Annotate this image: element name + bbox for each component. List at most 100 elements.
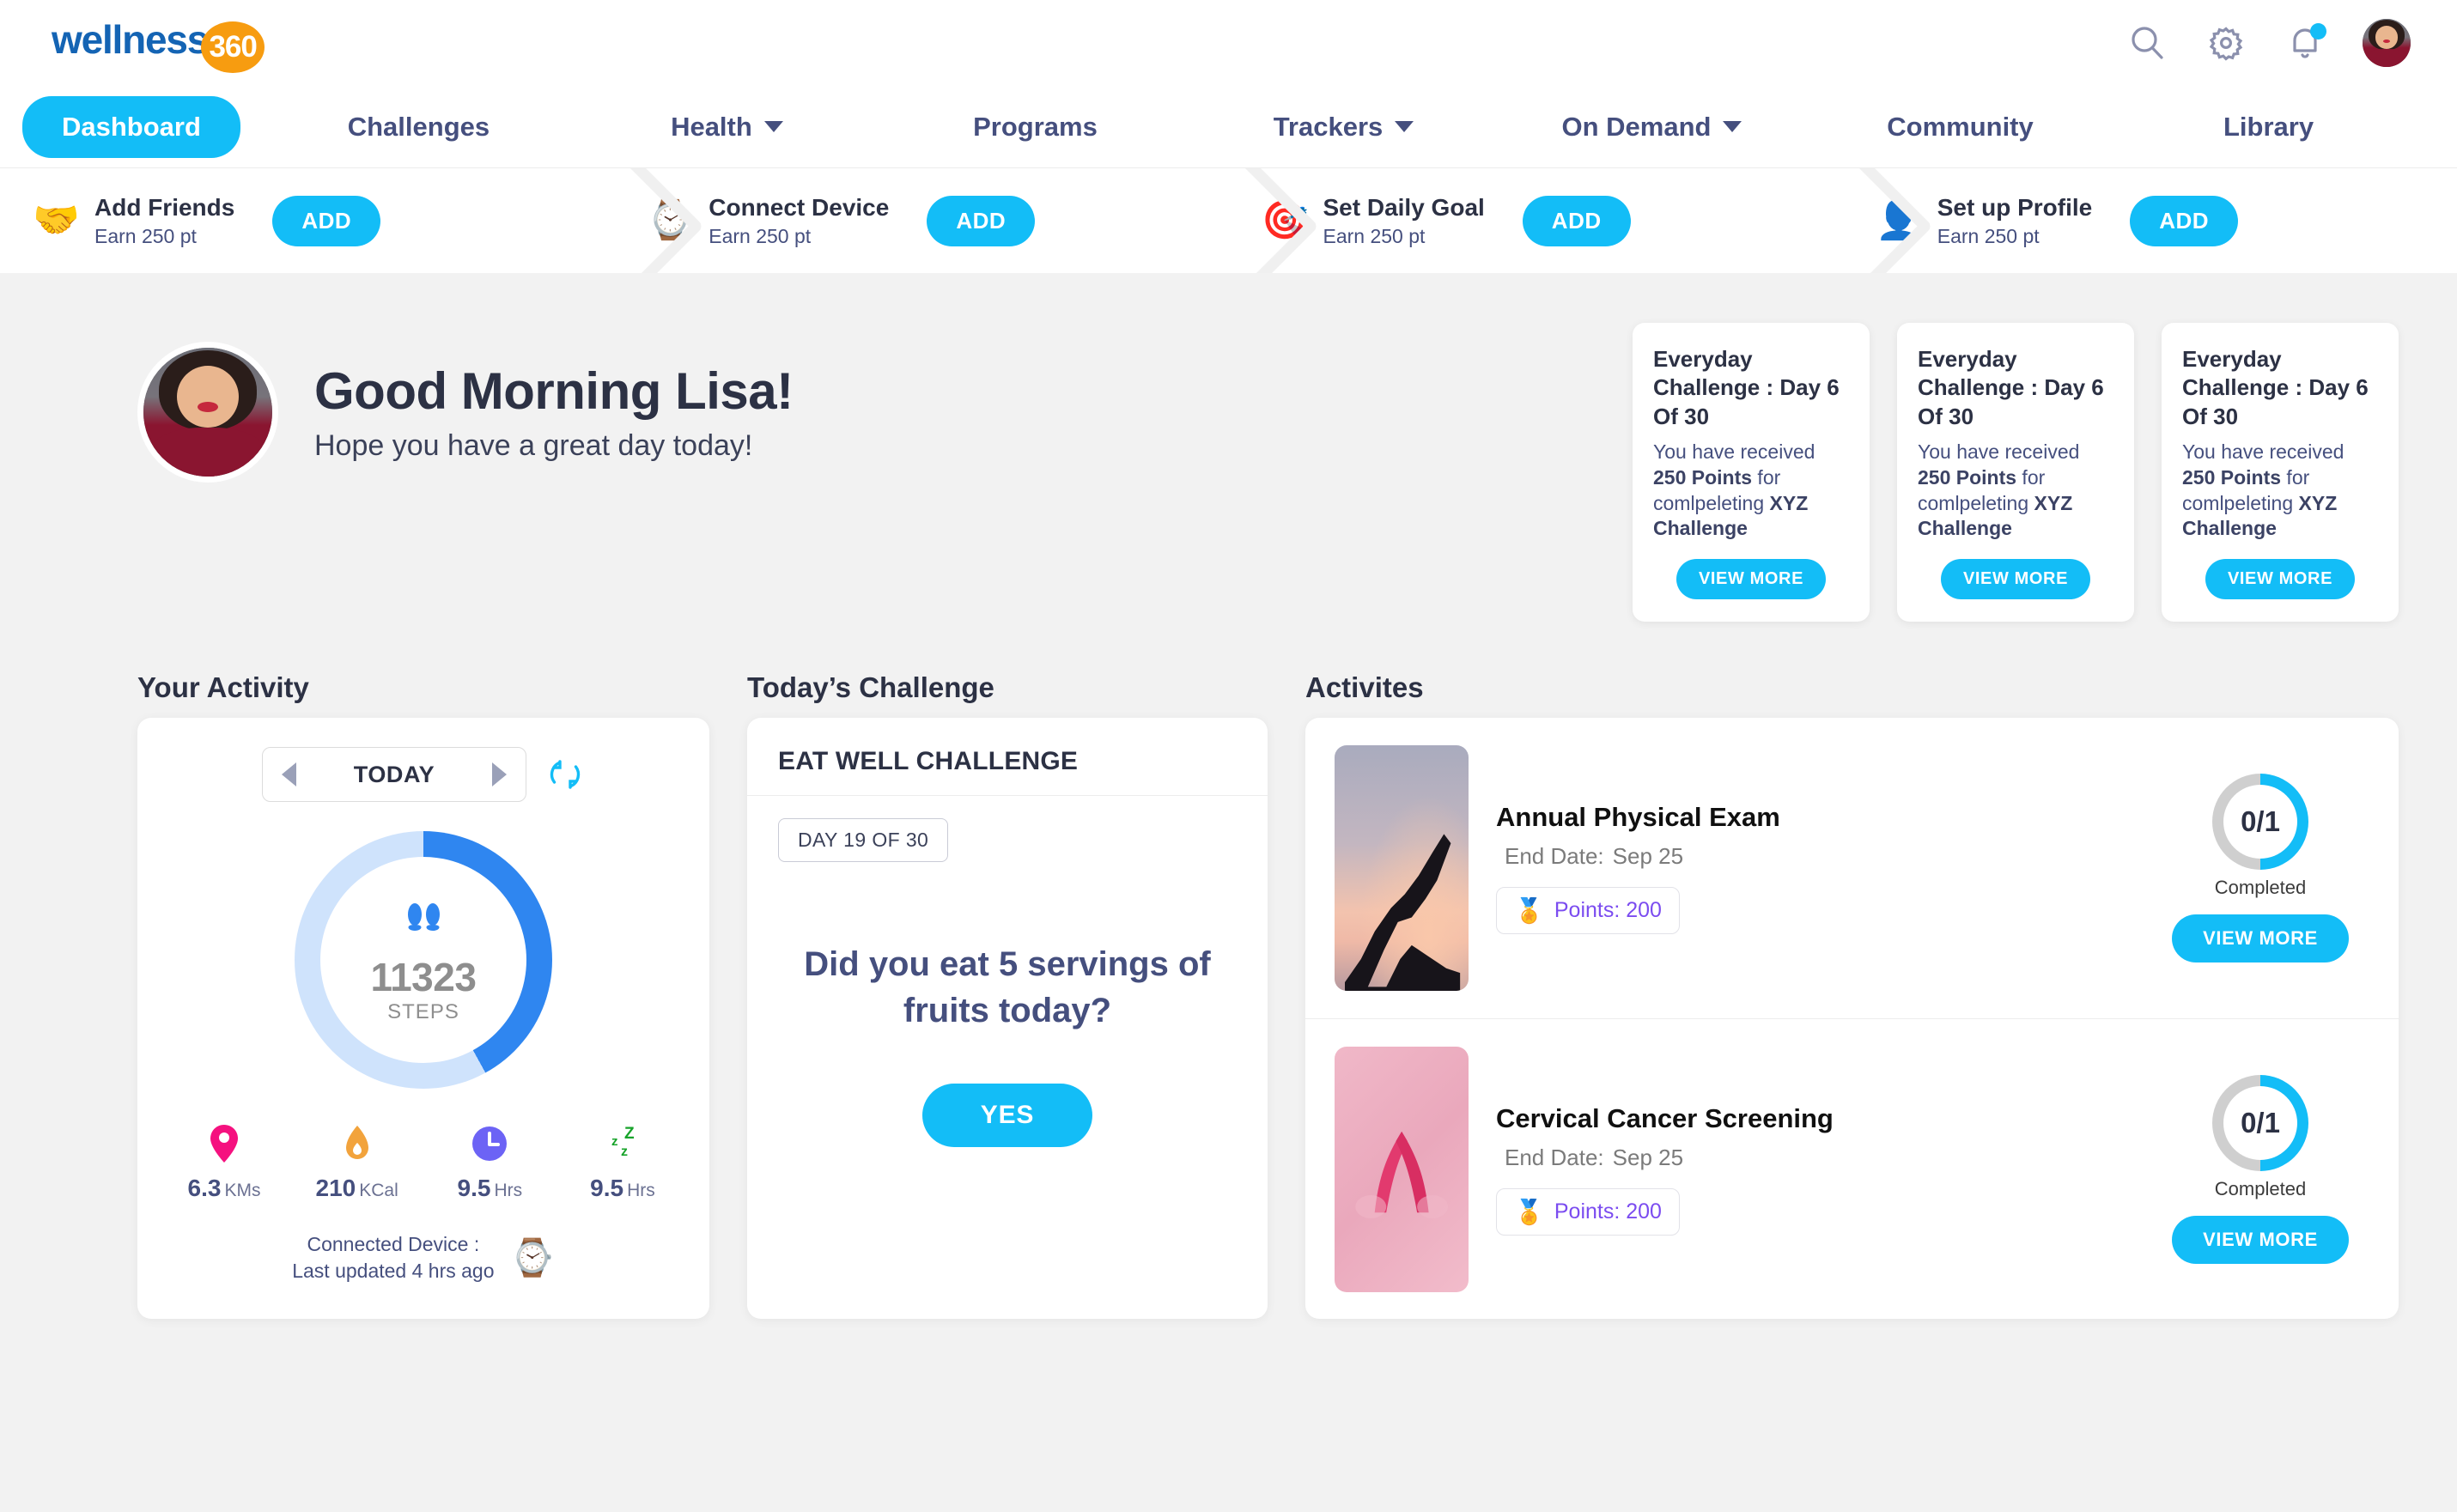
todays-challenge-heading: Today’s Challenge <box>747 671 994 704</box>
body-points: 250 Points <box>1918 465 2017 489</box>
step-title: Set Daily Goal <box>1323 193 1485 221</box>
svg-text:z: z <box>611 1134 618 1149</box>
nav-item-challenges[interactable]: Challenges <box>265 112 573 143</box>
completion-value: 0/1 <box>2241 1106 2280 1139</box>
activity-title: Cervical Cancer Screening <box>1496 1102 1834 1133</box>
stat-distance-value: 6.3 KMs <box>187 1175 261 1202</box>
dashboard-main: Good Morning Lisa! Hope you have a great… <box>0 273 2457 1512</box>
body-prefix: You have received <box>2182 440 2344 463</box>
step-title: Connect Device <box>709 193 890 221</box>
step-points: Earn 250 pt <box>1323 224 1426 247</box>
view-more-button[interactable]: VIEW MORE <box>2205 559 2356 600</box>
end-date-value: Sep 25 <box>1612 843 1684 870</box>
stat-calories: 210 KCal <box>310 1123 404 1202</box>
previous-day-icon[interactable] <box>282 762 296 787</box>
end-date-label: End Date: <box>1505 843 1604 870</box>
connect-device-button[interactable]: ADD <box>927 195 1036 246</box>
target-icon: 🎯 <box>1261 199 1309 241</box>
challenge-card[interactable]: Everyday Challenge : Day 6 Of 30 You hav… <box>1897 323 2134 622</box>
day-selector-label: TODAY <box>353 761 435 787</box>
steps-value: 11323 <box>370 955 477 1000</box>
completion-caption: Completed <box>2214 877 2307 899</box>
yes-button[interactable]: YES <box>921 1084 1093 1148</box>
end-date-value: Sep 25 <box>1612 1144 1684 1170</box>
person-icon: 👤 <box>1875 199 1923 241</box>
chevron-down-icon <box>763 121 783 132</box>
flame-icon <box>344 1123 370 1164</box>
activities-panel: Activites Annual Physical Exam End Date:… <box>1305 671 2399 1320</box>
onboarding-steps: 🤝 Add Friends Earn 250 pt ADD ⌚ Connect … <box>0 168 2457 273</box>
onboarding-step-set-up-profile[interactable]: 👤 Set up Profile Earn 250 pt ADD <box>1842 168 2457 273</box>
nav-item-programs[interactable]: Programs <box>881 112 1189 143</box>
gear-icon[interactable] <box>2205 21 2247 64</box>
stat-distance: 6.3 KMs <box>177 1123 271 1202</box>
steps-progress-ring: 11323 STEPS <box>295 831 552 1090</box>
logo-wordmark: wellness <box>52 17 209 62</box>
handshake-icon: 🤝 <box>33 199 80 241</box>
bell-icon[interactable] <box>2284 21 2326 64</box>
nav-item-health[interactable]: Health <box>573 112 881 143</box>
nav-item-trackers[interactable]: Trackers <box>1189 112 1498 143</box>
stat-sleep: Z z z 9.5 Hrs <box>575 1123 670 1202</box>
challenge-card-body: You have received 250 Points for comlpel… <box>1918 440 2113 543</box>
nav-item-community[interactable]: Community <box>1806 112 2114 143</box>
footprints-icon <box>371 896 477 949</box>
nav-label: On Demand <box>1561 111 1712 142</box>
app-logo[interactable]: wellness 360 <box>52 16 265 73</box>
steps-label: STEPS <box>387 1000 459 1024</box>
avatar[interactable] <box>2363 19 2411 67</box>
view-more-button[interactable]: VIEW MORE <box>2172 914 2349 963</box>
stat-sleep-value: 9.5 Hrs <box>590 1175 655 1202</box>
connected-device-updated: Last updated 4 hrs ago <box>292 1260 495 1283</box>
challenge-card-body: You have received 250 Points for comlpel… <box>2182 440 2378 543</box>
panels-row: Your Activity TODAY 11323 STEPS 6.3 KMs … <box>0 622 2457 1320</box>
end-date-label: End Date: <box>1505 1144 1604 1170</box>
nav-item-library[interactable]: Library <box>2114 112 2423 143</box>
view-more-button[interactable]: VIEW MORE <box>2172 1215 2349 1264</box>
watch-icon: ⌚ <box>509 1236 555 1278</box>
connected-device-label: Connected Device : <box>307 1233 480 1256</box>
search-icon[interactable] <box>2126 21 2168 64</box>
nav-item-dashboard[interactable]: Dashboard <box>22 95 240 158</box>
challenge-card-title: Everyday Challenge : Day 6 Of 30 <box>2182 346 2369 429</box>
hero-avatar[interactable] <box>137 342 278 483</box>
status-badge: 🏅 Points: 200 <box>1496 887 1680 935</box>
add-friends-button[interactable]: ADD <box>272 195 381 246</box>
challenge-card-title: Everyday Challenge : Day 6 Of 30 <box>1653 346 1840 429</box>
list-item[interactable]: Annual Physical Exam End Date: Sep 25 🏅 P… <box>1305 718 2399 1018</box>
challenge-day-badge: DAY 19 OF 30 <box>778 818 949 863</box>
view-more-button[interactable]: VIEW MORE <box>1940 559 2091 600</box>
refresh-icon[interactable] <box>545 755 585 794</box>
connected-device-row: Connected Device : Last updated 4 hrs ag… <box>292 1231 555 1284</box>
sleep-zzz-icon: Z z z <box>602 1123 643 1164</box>
challenge-card-list: Everyday Challenge : Day 6 Of 30 You hav… <box>1633 314 2399 622</box>
challenge-question: Did you eat 5 servings of fruits today? <box>804 945 1211 1030</box>
nav-item-on-demand[interactable]: On Demand <box>1498 112 1806 143</box>
challenge-name: EAT WELL CHALLENGE <box>747 718 1268 797</box>
set-up-profile-button[interactable]: ADD <box>2130 195 2239 246</box>
stat-calories-value: 210 KCal <box>315 1175 398 1202</box>
challenge-card[interactable]: Everyday Challenge : Day 6 Of 30 You hav… <box>2162 323 2399 622</box>
activities-card: Annual Physical Exam End Date: Sep 25 🏅 P… <box>1305 718 2399 1320</box>
stat-active-time: 9.5 Hrs <box>442 1123 537 1202</box>
nav-label: Trackers <box>1273 111 1384 142</box>
completion-ring: 0/1 <box>2212 1074 2308 1171</box>
main-navigation: Dashboard Challenges Health Programs Tra… <box>0 86 2457 168</box>
completion-value: 0/1 <box>2241 805 2280 838</box>
challenge-card[interactable]: Everyday Challenge : Day 6 Of 30 You hav… <box>1633 323 1870 622</box>
nav-label: Challenges <box>347 111 490 142</box>
list-item[interactable]: Cervical Cancer Screening End Date: Sep 2… <box>1305 1018 2399 1319</box>
logo-badge-360: 360 <box>201 21 265 73</box>
svg-text:Z: Z <box>624 1125 635 1143</box>
activity-end-date: End Date: Sep 25 <box>1496 843 2126 870</box>
watch-icon: ⌚ <box>647 199 695 241</box>
activity-thumbnail <box>1335 1046 1469 1292</box>
set-daily-goal-button[interactable]: ADD <box>1522 195 1631 246</box>
view-more-button[interactable]: VIEW MORE <box>1676 559 1827 600</box>
day-selector[interactable]: TODAY <box>262 747 526 803</box>
step-title: Add Friends <box>94 193 235 221</box>
next-day-icon[interactable] <box>491 762 507 787</box>
day-selector-row: TODAY <box>262 747 585 803</box>
chevron-down-icon <box>1723 121 1742 132</box>
step-points: Earn 250 pt <box>1937 224 2040 247</box>
